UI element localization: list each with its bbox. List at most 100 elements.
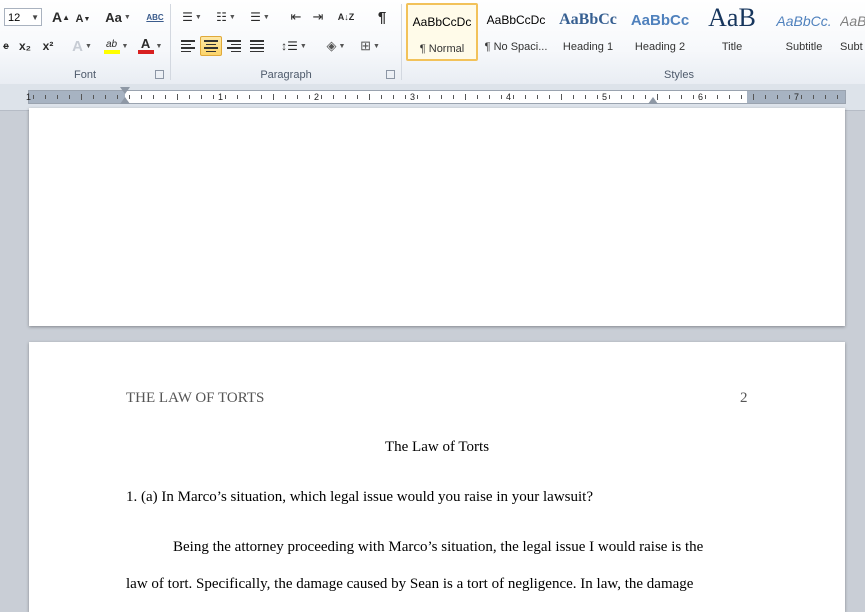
ruler-tick (681, 95, 682, 99)
paragraph-group-label: Paragraph (260, 69, 312, 81)
borders-button[interactable]: ⊞ ▼ (355, 36, 385, 56)
ruler-number: 7 (794, 92, 800, 102)
question-line: 1. (a) In Marco’s situation, which legal… (126, 489, 593, 505)
horizontal-ruler[interactable]: 1 1 2 3 4 5 6 7 (0, 84, 865, 111)
document-title: The Law of Torts (384, 439, 490, 455)
align-left-button[interactable] (177, 36, 199, 56)
style-heading-1[interactable]: AaBbCc Heading 1 (552, 3, 624, 61)
increase-indent-icon: ⇥ (312, 9, 324, 24)
decrease-indent-icon: ⇤ (290, 9, 302, 24)
text-effects-icon: A (72, 37, 83, 55)
grow-font-button[interactable]: A ▲ (50, 7, 72, 27)
font-dialog-launcher-icon[interactable]: ↘ (155, 70, 164, 79)
ruler-tick (693, 95, 694, 99)
ruler-track[interactable]: 1 1 2 3 4 5 6 7 (26, 87, 846, 104)
ruler-number: 3 (410, 92, 416, 102)
ruler-tick (165, 95, 166, 99)
ruler-tick (381, 95, 382, 99)
align-right-button[interactable] (223, 36, 245, 56)
shrink-font-button[interactable]: A ▼ (72, 9, 94, 29)
style-preview: AaB (708, 3, 756, 32)
style-name: ¶ Normal (419, 43, 465, 55)
superscript-icon: x² (42, 39, 54, 53)
group-divider (401, 4, 402, 80)
justify-button[interactable] (246, 36, 268, 56)
ruler-tick (813, 95, 814, 99)
ruler-tick (549, 95, 550, 99)
paragraph-line: law of tort. Specifically, the damage ca… (126, 576, 694, 592)
ruler-tick (321, 95, 322, 99)
ruler-tick (369, 94, 370, 100)
ruler-tick (525, 95, 526, 99)
ruler-tick (297, 95, 298, 99)
change-case-button[interactable]: Aa ▼ (104, 7, 132, 27)
clear-formatting-icon: ABC (146, 12, 164, 22)
style-name: Title (721, 41, 743, 53)
right-indent-marker[interactable] (648, 97, 658, 104)
change-case-icon: Aa (105, 9, 122, 25)
strikethrough-icon: e (3, 40, 9, 52)
style-subtitle[interactable]: AaBbCc. Subtitle (768, 3, 840, 61)
ruler-number: 6 (698, 92, 704, 102)
ribbon: 12 ▼ A ▲ A ▼ Aa ▼ ABC e x₂ x² A ▼ ab ▼ A… (0, 0, 865, 85)
ruler-tick (117, 95, 118, 99)
ruler-tick (717, 95, 718, 99)
highlight-button[interactable]: ab ▼ (100, 36, 132, 56)
strikethrough-button[interactable]: e (0, 36, 12, 56)
font-color-button[interactable]: A ▼ (134, 36, 166, 56)
sort-button[interactable]: A↓Z (335, 7, 357, 27)
style-subtle-emphasis[interactable]: AaB Subt (840, 3, 865, 61)
chevron-down-icon[interactable]: ▼ (31, 9, 39, 27)
ruler-tick (597, 95, 598, 99)
ruler-tick (177, 94, 178, 100)
ruler-tick (429, 95, 430, 99)
ruler-left-margin (29, 91, 125, 103)
increase-indent-button[interactable]: ⇥ (307, 7, 329, 27)
style-name: Heading 2 (634, 41, 686, 53)
font-color-icon: A (137, 37, 154, 54)
text-effects-button[interactable]: A ▼ (68, 36, 96, 56)
sort-icon: A↓Z (337, 12, 355, 22)
superscript-button[interactable]: x² (37, 36, 59, 56)
style-name: Subtitle (785, 41, 823, 53)
multilevel-list-button[interactable]: ☰ ▼ (245, 7, 275, 27)
hanging-indent-marker[interactable] (120, 97, 130, 104)
subscript-button[interactable]: x₂ (14, 36, 36, 56)
font-group-label: Font (73, 69, 96, 81)
ruler-tick (261, 95, 262, 99)
ruler-tick (465, 94, 466, 100)
ruler-tick (237, 95, 238, 99)
first-line-indent-marker[interactable] (120, 87, 130, 94)
bullets-button[interactable]: ☰ ▼ (177, 7, 207, 27)
font-size-combobox[interactable]: 12 ▼ (4, 8, 42, 26)
subscript-icon: x₂ (18, 39, 31, 53)
style-no-spacing[interactable]: AaBbCcDc ¶ No Spaci... (480, 3, 552, 61)
style-preview: AaBbCc (630, 12, 690, 29)
ruler-tick (273, 94, 274, 100)
style-normal[interactable]: AaBbCcDc ¶ Normal (406, 3, 478, 61)
styles-gallery: AaBbCcDc ¶ Normal AaBbCcDc ¶ No Spaci...… (404, 3, 865, 63)
clear-formatting-button[interactable]: ABC (144, 7, 166, 27)
show-formatting-button[interactable]: ¶ (371, 7, 393, 27)
ruler-tick (489, 95, 490, 99)
ruler-tick (81, 94, 82, 100)
ruler-tick (501, 95, 502, 99)
document-page[interactable]: THE LAW OF TORTS 2 The Law of Torts 1. (… (29, 342, 845, 612)
document-page[interactable] (29, 108, 845, 326)
multilevel-list-icon: ☰ (250, 10, 261, 24)
style-name: ¶ No Spaci... (484, 41, 548, 53)
style-title[interactable]: AaB Title (696, 3, 768, 61)
ruler-tick (801, 95, 802, 99)
numbering-button[interactable]: ☷ ▼ (211, 7, 241, 27)
align-center-button[interactable] (200, 36, 222, 56)
styles-group-label: Styles (664, 69, 694, 81)
ruler-tick (777, 95, 778, 99)
decrease-indent-button[interactable]: ⇤ (285, 7, 307, 27)
shading-button[interactable]: ◈ ▼ (321, 36, 351, 56)
line-spacing-button[interactable]: ↕☰ ▼ (279, 36, 309, 56)
ruler-tick (69, 95, 70, 99)
ruler-tick (621, 95, 622, 99)
paragraph-dialog-launcher-icon[interactable]: ↘ (386, 70, 395, 79)
ruler-tick (201, 95, 202, 99)
style-heading-2[interactable]: AaBbCc Heading 2 (624, 3, 696, 61)
